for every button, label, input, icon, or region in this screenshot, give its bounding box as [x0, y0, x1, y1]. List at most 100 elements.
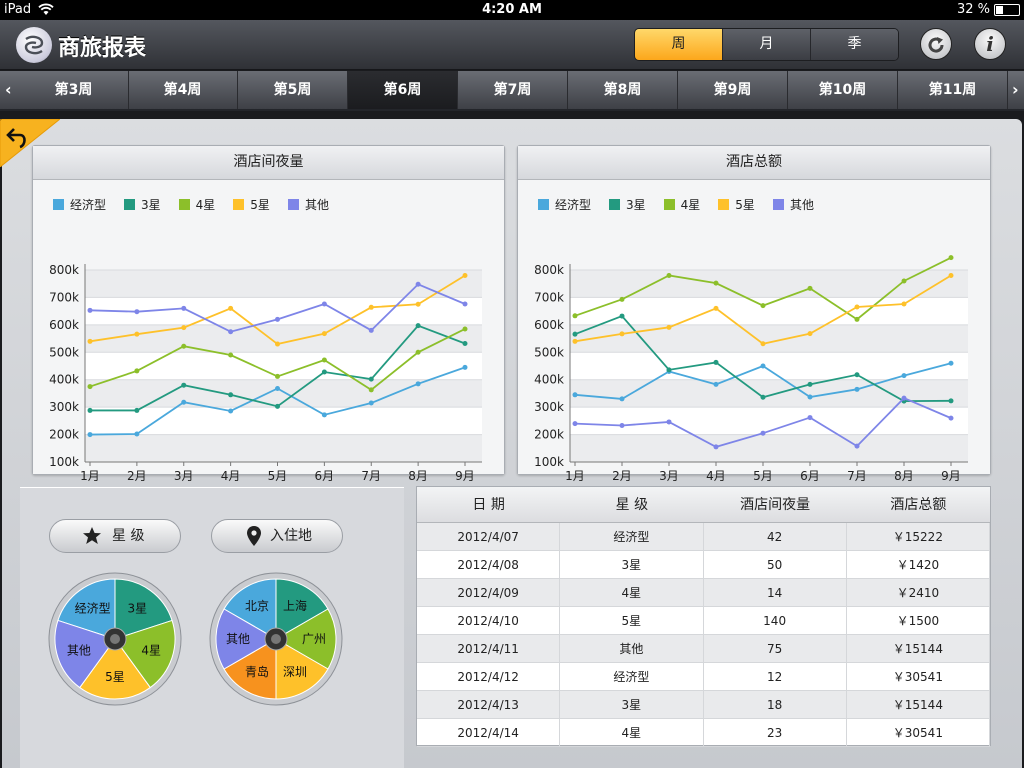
table-row[interactable]: 2012/4/07 经济型 42 ￥15222 [417, 523, 990, 551]
grid-band [85, 407, 482, 435]
star-level-wheel[interactable]: 经济型 3星 4星 5星其他 [48, 572, 182, 706]
x-tick-label: 2月 [612, 469, 632, 483]
data-point [619, 423, 625, 429]
week-tab[interactable]: 第8周 [568, 71, 678, 109]
table-row[interactable]: 2012/4/14 4星 23 ￥30541 [417, 719, 990, 747]
period-tab-2[interactable]: 季 [810, 29, 898, 60]
week-tab[interactable]: 第3周 [19, 71, 129, 109]
legend-swatch [124, 199, 136, 210]
table-cell: 42 [704, 523, 847, 550]
data-point [134, 407, 140, 413]
y-tick-label: 800k [49, 263, 79, 277]
china-mobile-logo-icon [16, 27, 52, 63]
week-tab[interactable]: 第6周 [348, 71, 458, 109]
legend-label: 3星 [626, 198, 646, 212]
x-tick-label: 7月 [847, 469, 867, 483]
data-point [462, 326, 468, 332]
data-point [462, 272, 468, 278]
legend-swatch [53, 199, 64, 210]
table-row[interactable]: 2012/4/08 3星 50 ￥1420 [417, 551, 990, 579]
data-point [462, 341, 468, 347]
table-header-cell: 日 期 [472, 497, 505, 513]
x-tick-label: 1月 [80, 469, 100, 483]
x-tick-label: 7月 [361, 469, 381, 483]
table-cell: 5星 [560, 607, 704, 634]
week-tab[interactable]: 第4周 [128, 71, 238, 109]
week-tab[interactable]: 第9周 [678, 71, 788, 109]
data-point [181, 305, 187, 311]
data-point [807, 415, 813, 421]
table-cell: 2012/4/11 [417, 635, 561, 662]
city-wheel[interactable]: 北京 上海广州深圳青岛 其他 [209, 572, 343, 706]
data-point [275, 385, 280, 391]
y-tick-label: 100k [534, 455, 564, 469]
legend-label: 3星 [141, 198, 161, 212]
legend-swatch [772, 199, 784, 210]
location-filter-button[interactable]: 入住地 [211, 519, 343, 553]
week-tab[interactable]: 第7周 [458, 71, 568, 109]
table-row[interactable]: 2012/4/11 其他 75 ￥15144 [417, 635, 990, 663]
y-tick-label: 400k [534, 373, 564, 387]
table-row[interactable]: 2012/4/13 3星 18 ￥15144 [417, 691, 990, 719]
table-row[interactable]: 2012/4/10 5星 140 ￥1500 [417, 607, 990, 635]
data-point [275, 341, 280, 347]
week-tab[interactable]: 第11周 [898, 71, 1008, 109]
total-amount-chart-panel: 酒店总额 经济型 3星 4星 5星 其他 100k 200k 300k 400k 500k 600k… [517, 145, 991, 483]
x-tick-label: 8月 [408, 469, 428, 483]
x-tick-label: 5月 [753, 469, 773, 483]
x-tick-label: 3月 [659, 469, 679, 483]
data-point [760, 341, 766, 347]
period-tab-0[interactable]: 周 [635, 29, 722, 60]
table-body: 2012/4/07 经济型 42 ￥15222 2012/4/08 3星 50 ￥1420 20… [417, 523, 990, 747]
data-point [619, 296, 625, 302]
data-point [901, 395, 907, 401]
legend-item: 4星 [178, 198, 215, 212]
data-point [713, 305, 719, 311]
data-point [87, 407, 93, 413]
x-tick-label: 9月 [455, 469, 475, 483]
table-cell: ￥1500 [847, 607, 990, 634]
legend-item: 4星 [663, 198, 700, 212]
data-point [87, 432, 93, 438]
data-point [807, 394, 813, 400]
data-point [462, 364, 468, 370]
table-row[interactable]: 2012/4/12 经济型 12 ￥30541 [417, 663, 990, 691]
table-header-cell: 星 级 [615, 497, 649, 513]
table-row[interactable]: 2012/4/09 4星 14 ￥2410 [417, 579, 990, 607]
table-cell: ￥15144 [847, 691, 990, 718]
y-tick-label: 500k [534, 345, 564, 359]
data-point [368, 400, 374, 406]
data-point [760, 394, 766, 400]
week-tab[interactable]: 第5周 [238, 71, 348, 109]
legend-item: 3星 [609, 198, 646, 212]
week-prev-arrow-icon[interactable]: ‹ [5, 71, 12, 109]
status-bar: iPad 4:20 AM 32 % [0, 0, 1024, 20]
data-point [948, 272, 954, 278]
y-tick-label: 600k [534, 318, 564, 332]
table-cell: 其他 [560, 635, 704, 662]
week-tab[interactable]: 第10周 [788, 71, 898, 109]
table-cell: 2012/4/10 [417, 607, 561, 634]
wheel-label: 其他 [67, 644, 91, 658]
legend-swatch [287, 199, 299, 210]
line-chart: 100k 200k 300k 400k 500k 600k 700k 800k 1月 2月 3月 4月… [534, 255, 968, 483]
table-cell: ￥30541 [847, 719, 990, 746]
grid-band [570, 324, 968, 353]
data-point [275, 316, 280, 322]
table-cell: 18 [704, 691, 847, 718]
info-button[interactable]: i [974, 28, 1006, 60]
data-point [181, 325, 187, 331]
star-filter-button[interactable]: 星 级 [49, 519, 181, 553]
period-tab-1[interactable]: 月 [722, 29, 810, 60]
y-tick-label: 600k [49, 318, 79, 332]
week-next-arrow-icon[interactable]: › [1012, 71, 1019, 109]
data-point [807, 285, 813, 291]
x-tick-label: 9月 [941, 469, 961, 483]
legend-item: 其他 [287, 198, 329, 212]
data-point [948, 360, 954, 366]
x-tick-label: 2月 [127, 469, 147, 483]
grid-band [570, 434, 968, 462]
table-cell: 2012/4/14 [417, 719, 561, 746]
refresh-button[interactable] [920, 28, 952, 60]
y-tick-label: 800k [534, 263, 564, 277]
